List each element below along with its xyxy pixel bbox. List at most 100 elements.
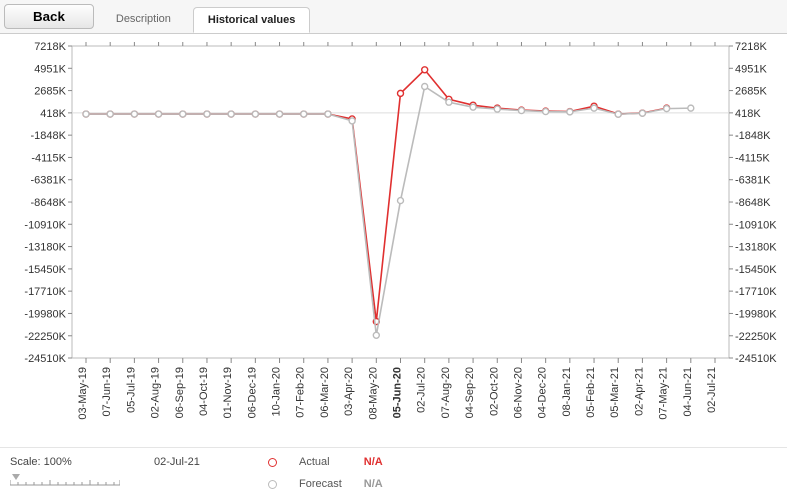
y-tick-label: -19980K	[24, 308, 66, 320]
y-tick-label-right: 4951K	[735, 63, 767, 75]
y-tick-label: -22250K	[24, 331, 66, 343]
data-point[interactable]	[688, 105, 694, 111]
scale-label: Scale:	[10, 456, 41, 468]
data-point[interactable]	[664, 106, 670, 112]
x-tick-label: 07-May-21	[658, 367, 670, 420]
y-tick-label-right: 2685K	[735, 86, 767, 98]
x-tick-label: 05-Feb-21	[585, 367, 597, 418]
data-point[interactable]	[422, 67, 428, 73]
x-tick-label: 02-Oct-20	[488, 367, 500, 416]
y-tick-label-right: -24510K	[735, 353, 777, 365]
legend-marker-actual	[268, 458, 277, 467]
data-point[interactable]	[543, 109, 549, 115]
data-point[interactable]	[325, 111, 331, 117]
y-tick-label: -4115K	[31, 152, 66, 164]
data-point[interactable]	[639, 110, 645, 116]
timeline-slider-handle[interactable]	[12, 474, 20, 480]
x-tick-label: 07-Jun-19	[101, 367, 113, 417]
y-tick-label-right: -4115K	[735, 152, 770, 164]
legend-label-actual: Actual	[299, 456, 342, 468]
y-tick-label: -6381K	[31, 175, 67, 187]
data-point[interactable]	[446, 99, 452, 105]
data-point[interactable]	[518, 108, 524, 114]
legend-marker-forecast	[268, 480, 277, 489]
data-point[interactable]	[228, 111, 234, 117]
data-point[interactable]	[83, 111, 89, 117]
data-point[interactable]	[301, 111, 307, 117]
x-tick-label: 06-Nov-20	[512, 367, 524, 418]
y-tick-label-right: 7218K	[735, 41, 767, 53]
legend: Actual N/A Forecast N/A	[268, 456, 383, 490]
x-tick-label: 07-Feb-20	[295, 367, 307, 418]
y-tick-label: -15450K	[24, 264, 66, 276]
data-point[interactable]	[277, 111, 283, 117]
scale-column: Scale: 100%	[10, 456, 130, 490]
data-point[interactable]	[349, 118, 355, 124]
y-tick-label: -10910K	[24, 219, 66, 231]
timeline-scrubber[interactable]	[10, 474, 120, 490]
y-tick-label-right: -1848K	[735, 130, 771, 142]
x-tick-label: 01-Nov-19	[222, 367, 234, 418]
y-tick-label-right: -17710K	[735, 286, 777, 298]
x-tick-label: 08-Jan-21	[561, 367, 573, 417]
data-point[interactable]	[373, 332, 379, 338]
y-tick-label-right: -8648K	[735, 197, 771, 209]
y-tick-label: -24510K	[24, 353, 66, 365]
chart-area: 7218K7218K4951K4951K2685K2685K418K418K-1…	[0, 34, 787, 447]
data-point[interactable]	[494, 106, 500, 112]
y-tick-label: -17710K	[24, 286, 66, 298]
x-tick-label: 02-Aug-19	[150, 367, 162, 418]
scale-value: 100%	[44, 456, 72, 468]
y-tick-label: -1848K	[31, 130, 67, 142]
y-tick-label-right: -10910K	[735, 219, 777, 231]
y-tick-label-right: -19980K	[735, 308, 777, 320]
x-tick-label: 06-Sep-19	[174, 367, 186, 418]
data-point[interactable]	[470, 104, 476, 110]
data-point[interactable]	[398, 90, 404, 96]
data-point[interactable]	[398, 198, 404, 204]
tab-description[interactable]: Description	[102, 7, 185, 31]
hover-date: 02-Jul-21	[154, 456, 200, 468]
legend-value-forecast: N/A	[364, 478, 383, 490]
back-button[interactable]: Back	[4, 4, 94, 29]
x-tick-label: 07-Aug-20	[440, 367, 452, 418]
y-tick-label: 7218K	[34, 41, 66, 53]
x-tick-label: 04-Jun-21	[682, 367, 694, 417]
y-tick-label-right: -22250K	[735, 331, 777, 343]
data-point[interactable]	[107, 111, 113, 117]
data-point[interactable]	[252, 111, 258, 117]
x-tick-label: 10-Jan-20	[271, 367, 283, 417]
y-tick-label-right: -13180K	[735, 242, 777, 254]
tab-bar: Back Description Historical values	[0, 0, 787, 34]
y-tick-label-right: -15450K	[735, 264, 777, 276]
data-point[interactable]	[180, 111, 186, 117]
data-point[interactable]	[591, 105, 597, 111]
x-tick-label: 04-Oct-19	[198, 367, 210, 416]
data-point[interactable]	[615, 111, 621, 117]
x-tick-label: 03-Apr-20	[343, 367, 355, 416]
hover-date-column: 02-Jul-21	[154, 456, 244, 468]
x-tick-label: 04-Sep-20	[464, 367, 476, 418]
line-chart[interactable]: 7218K7218K4951K4951K2685K2685K418K418K-1…	[0, 34, 787, 432]
x-tick-label: 04-Dec-20	[537, 367, 549, 418]
x-tick-label: 05-Mar-21	[609, 367, 621, 418]
x-tick-label: 02-Apr-21	[633, 367, 645, 416]
x-tick-label: 02-Jul-21	[706, 367, 718, 413]
y-tick-label: 4951K	[34, 63, 66, 75]
data-point[interactable]	[156, 111, 162, 117]
data-point[interactable]	[131, 111, 137, 117]
x-tick-label: 06-Dec-19	[246, 367, 258, 418]
data-point[interactable]	[204, 111, 210, 117]
x-tick-label: 06-Mar-20	[319, 367, 331, 418]
bottom-panel: Scale: 100%	[0, 447, 787, 500]
x-tick-label: 02-Jul-20	[416, 367, 428, 413]
tab-historical-values[interactable]: Historical values	[193, 7, 310, 33]
legend-label-forecast: Forecast	[299, 478, 342, 490]
x-tick-label: 05-Jul-19	[125, 367, 137, 413]
data-point[interactable]	[422, 83, 428, 89]
x-tick-label: 08-May-20	[367, 367, 379, 420]
y-tick-label: -8648K	[31, 197, 67, 209]
y-tick-label: 2685K	[34, 86, 66, 98]
y-tick-label: 418K	[40, 108, 66, 120]
data-point[interactable]	[567, 109, 573, 115]
